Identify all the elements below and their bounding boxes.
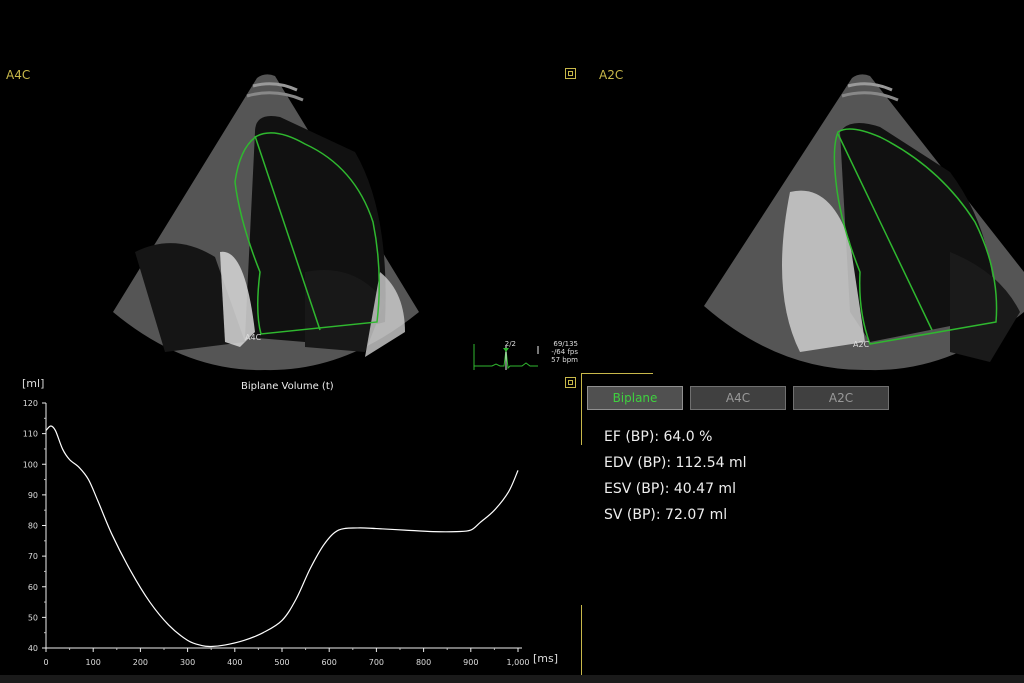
panel-bracket-top	[581, 373, 653, 374]
tab-a2c[interactable]: A2C	[793, 386, 889, 410]
panel-bracket-left-top	[581, 373, 582, 445]
x-tick-label: 500	[274, 658, 289, 667]
y-tick-label: 70	[28, 552, 38, 561]
biplane-volume-chart: 40 50 60 70 80 90 100 110 120 0 100 200 300 400 500 600…	[22, 377, 558, 667]
heart-rate: 57 bpm	[551, 356, 578, 364]
x-tick-label: 100	[86, 658, 101, 667]
frame-rate: -/64 fps	[551, 348, 578, 356]
y-tick-label: 50	[28, 613, 38, 622]
panel-bracket-left-bottom	[581, 605, 582, 675]
y-tick-label: 40	[28, 644, 38, 653]
x-tick-label: 600	[322, 658, 337, 667]
a4c-trace-marker: A4C	[245, 333, 262, 342]
view-select-square-icon[interactable]	[565, 68, 576, 79]
sv-result: SV (BP): 72.07 ml	[604, 507, 728, 523]
edv-result: EDV (BP): 112.54 ml	[604, 455, 747, 471]
x-tick-label: 900	[463, 658, 478, 667]
ecg-frame-marker: 2/2	[504, 340, 516, 348]
x-tick-label: 200	[133, 658, 148, 667]
volume-curve	[45, 425, 519, 648]
ecg-frame-info: 69/135 -/64 fps 57 bpm	[540, 340, 578, 364]
y-tick-label: 100	[23, 460, 38, 469]
bottom-bar	[0, 675, 1024, 683]
x-tick-label: 1,000	[507, 658, 530, 667]
view-tabs: Biplane A4C A2C	[587, 386, 889, 410]
view-label-a4c: A4C	[6, 68, 31, 82]
x-axis-label: [ms]	[533, 652, 558, 665]
x-tick-label: 0	[43, 658, 48, 667]
view-label-a2c: A2C	[599, 68, 624, 82]
x-tick-label: 400	[227, 658, 242, 667]
y-tick-label: 90	[28, 491, 38, 500]
a2c-echo-image: A2C	[704, 74, 1024, 371]
y-axis-label: [ml]	[22, 377, 44, 390]
y-tick-label: 120	[23, 399, 38, 408]
x-tick-label: 700	[369, 658, 384, 667]
panel-select-square-icon[interactable]	[565, 377, 576, 388]
y-tick-label: 60	[28, 583, 38, 592]
esv-result: ESV (BP): 40.47 ml	[604, 481, 736, 497]
a4c-echo-image: A4C	[113, 74, 419, 371]
a2c-trace-marker: A2C	[853, 340, 870, 349]
x-tick-label: 800	[416, 658, 431, 667]
ef-result: EF (BP): 64.0 %	[604, 429, 713, 445]
frame-count: 69/135	[553, 340, 578, 348]
y-tick-label: 80	[28, 522, 38, 531]
x-tick-label: 300	[180, 658, 195, 667]
tab-biplane[interactable]: Biplane	[587, 386, 683, 410]
tab-a4c[interactable]: A4C	[690, 386, 786, 410]
y-tick-label: 110	[23, 430, 38, 439]
results-panel: EF (BP): 64.0 % EDV (BP): 112.54 ml ESV …	[604, 424, 747, 528]
